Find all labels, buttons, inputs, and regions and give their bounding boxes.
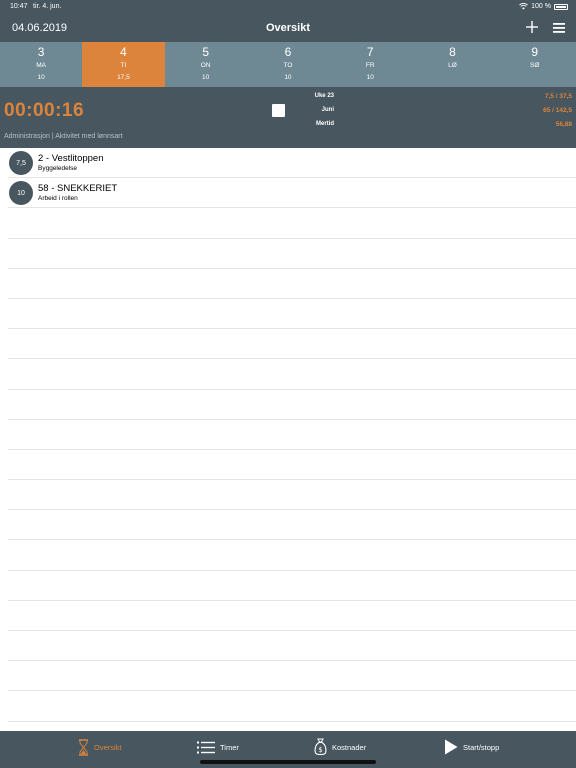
day-cell-wed[interactable]: 5 ON 10 bbox=[165, 42, 247, 87]
empty-row bbox=[8, 571, 576, 601]
day-cell-sun[interactable]: 9 SØ bbox=[494, 42, 576, 87]
hourglass-icon bbox=[79, 738, 88, 756]
day-hours: 17,5 bbox=[117, 74, 130, 81]
day-abbr: FR bbox=[365, 62, 375, 69]
wifi-icon bbox=[519, 3, 528, 10]
tab-start-stopp[interactable]: Start/stopp bbox=[444, 731, 499, 763]
hours-badge: 7,5 bbox=[9, 151, 33, 175]
empty-row bbox=[8, 510, 576, 541]
tab-label: Oversikt bbox=[94, 742, 122, 752]
empty-row bbox=[8, 239, 576, 269]
empty-row bbox=[8, 601, 576, 631]
battery-percent: 100 % bbox=[531, 3, 551, 10]
elapsed-timer: 00:00:16 bbox=[4, 100, 85, 121]
home-indicator bbox=[200, 760, 376, 764]
status-bar: 10:47 tir. 4. jun. 100 % bbox=[0, 0, 576, 14]
empty-row bbox=[8, 390, 576, 420]
entry-title: 58 - SNEKKERIET bbox=[38, 183, 118, 195]
page-title: Oversikt bbox=[265, 22, 311, 34]
list-item[interactable]: 10 58 - SNEKKERIET Arbeid i rollen bbox=[8, 178, 576, 209]
empty-row bbox=[8, 540, 576, 571]
day-cell-thu[interactable]: 6 TO 10 bbox=[247, 42, 329, 87]
day-abbr: ON bbox=[200, 62, 211, 69]
day-abbr: TI bbox=[120, 62, 127, 69]
day-cell-sat[interactable]: 8 LØ bbox=[411, 42, 493, 87]
week-strip: 3 MA 10 4 TI 17,5 5 ON 10 6 TO 10 7 FR 1… bbox=[0, 42, 576, 87]
entry-title: 2 - Vestlitoppen bbox=[38, 153, 104, 164]
money-bag-icon: $ bbox=[314, 738, 327, 756]
tab-kostnader[interactable]: $ Kostnader bbox=[314, 731, 366, 763]
hamburger-menu-icon[interactable] bbox=[551, 20, 567, 36]
stat-label-overtime: Mertid bbox=[316, 121, 334, 127]
stop-button[interactable] bbox=[272, 104, 285, 117]
timer-panel: 00:00:16 Uke 23 Juni Mertid 7,5 / 37,5 6… bbox=[0, 87, 576, 148]
stat-value-month: 65 / 142,5 bbox=[543, 107, 572, 114]
empty-row bbox=[8, 691, 576, 722]
stat-label-week: Uke 23 bbox=[314, 93, 334, 99]
nav-bar: 04.06.2019 Oversikt bbox=[0, 14, 576, 42]
empty-row bbox=[8, 208, 576, 239]
day-number: 6 bbox=[284, 45, 292, 59]
day-number: 8 bbox=[449, 45, 456, 59]
empty-row bbox=[8, 269, 576, 299]
day-abbr: TO bbox=[283, 62, 293, 69]
day-number: 3 bbox=[37, 45, 45, 59]
empty-row bbox=[8, 480, 576, 511]
status-time: 10:47 bbox=[10, 3, 28, 10]
tab-label: Timer bbox=[220, 742, 239, 752]
day-abbr: SØ bbox=[530, 62, 540, 69]
day-hours: 10 bbox=[37, 74, 45, 81]
entry-subtitle: Arbeid i rollen bbox=[38, 195, 78, 203]
list-icon bbox=[197, 741, 215, 753]
day-number: 9 bbox=[531, 45, 539, 59]
day-cell-fri[interactable]: 7 FR 10 bbox=[329, 42, 411, 87]
current-activity[interactable]: Administrasjon | Aktivitet med lønnsart bbox=[4, 133, 123, 140]
day-abbr: MA bbox=[36, 62, 46, 69]
day-number: 5 bbox=[202, 45, 209, 59]
entries-list: 7,5 2 - Vestlitoppen Byggeledelse 10 58 … bbox=[0, 148, 576, 722]
tab-label: Start/stopp bbox=[463, 742, 500, 752]
empty-row bbox=[8, 631, 576, 662]
empty-row bbox=[8, 359, 576, 390]
day-cell-mon[interactable]: 3 MA 10 bbox=[0, 42, 82, 87]
hours-badge: 10 bbox=[9, 181, 33, 206]
battery-icon bbox=[554, 3, 568, 10]
day-hours: 10 bbox=[284, 74, 292, 81]
stat-label-month: Juni bbox=[321, 107, 334, 113]
empty-row bbox=[8, 661, 576, 692]
day-number: 4 bbox=[120, 45, 127, 59]
empty-row bbox=[8, 299, 576, 330]
day-cell-tue[interactable]: 4 TI 17,5 bbox=[82, 42, 165, 87]
list-item[interactable]: 7,5 2 - Vestlitoppen Byggeledelse bbox=[8, 148, 576, 179]
status-date: tir. 4. jun. bbox=[33, 3, 62, 10]
day-number: 7 bbox=[366, 45, 374, 59]
empty-row bbox=[8, 450, 576, 481]
day-hours: 10 bbox=[202, 74, 210, 81]
svg-text:$: $ bbox=[318, 746, 322, 754]
stat-value-overtime: 56,88 bbox=[555, 121, 572, 128]
stat-value-week: 7,5 / 37,5 bbox=[544, 93, 572, 100]
empty-row bbox=[8, 329, 576, 360]
day-hours: 10 bbox=[366, 74, 374, 81]
entry-subtitle: Byggeledelse bbox=[38, 165, 78, 172]
tab-oversikt[interactable]: Oversikt bbox=[78, 731, 122, 763]
play-icon bbox=[445, 739, 458, 755]
tab-timer[interactable]: Timer bbox=[197, 731, 239, 763]
plus-icon[interactable] bbox=[523, 18, 541, 36]
day-abbr: LØ bbox=[448, 62, 457, 69]
tab-label: Kostnader bbox=[332, 742, 367, 752]
empty-row bbox=[8, 420, 576, 450]
